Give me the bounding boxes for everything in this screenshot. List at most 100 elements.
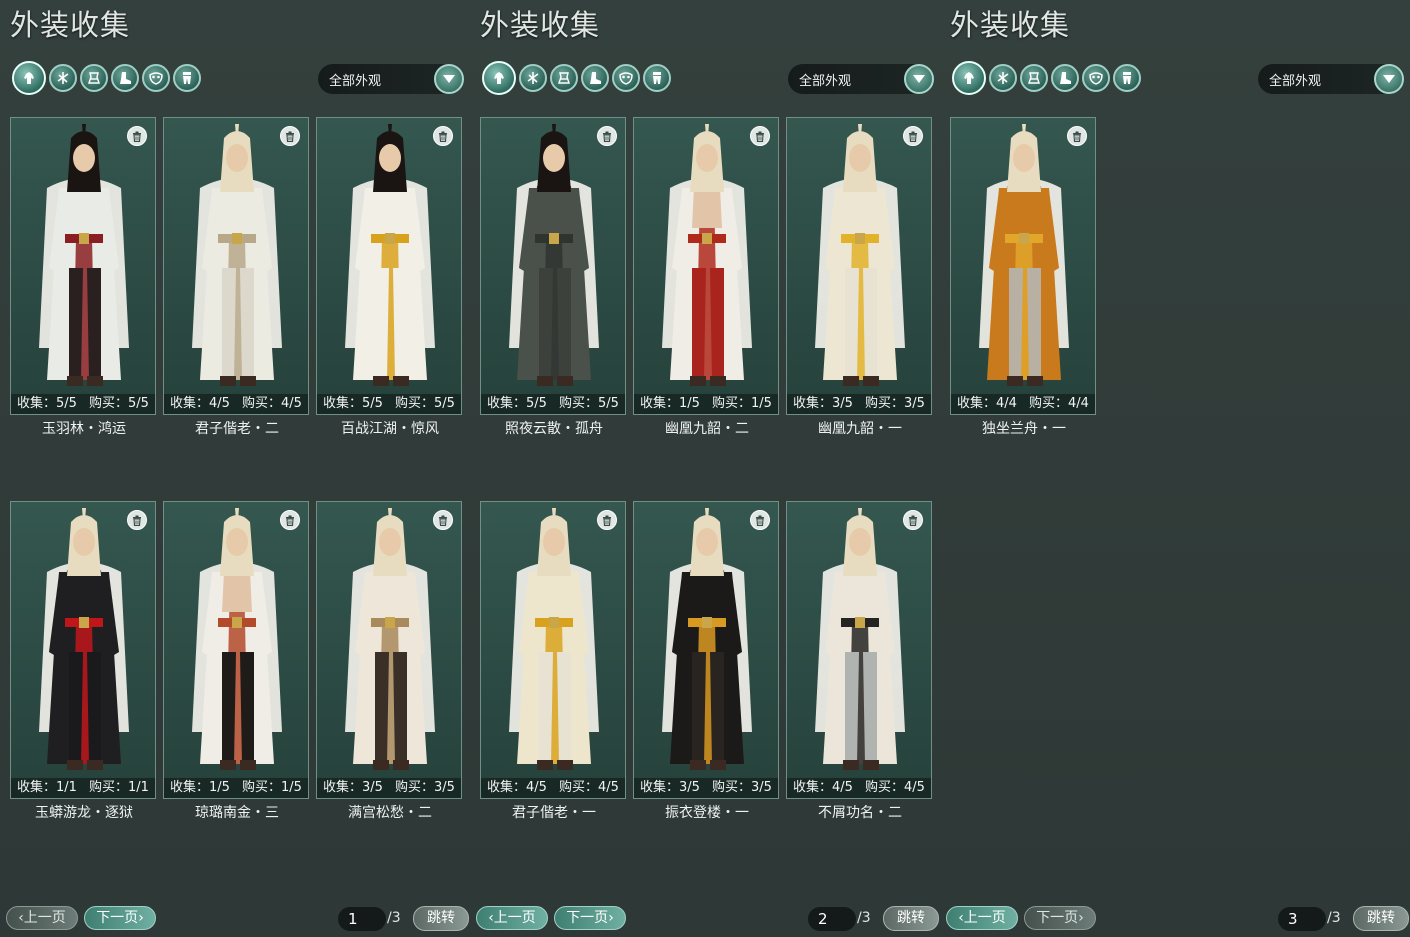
robe-icon [1028, 72, 1040, 84]
collect-count: 收集：5/5 [17, 396, 77, 411]
outfit-figure [345, 508, 435, 770]
chevron-right-icon: › [1078, 910, 1084, 926]
buy-count: 购买：1/5 [712, 396, 772, 411]
trash-icon[interactable] [597, 510, 617, 530]
chevron-down-icon[interactable] [904, 64, 934, 94]
page-number-input[interactable]: 2 [808, 907, 856, 931]
outfit-figure [509, 124, 599, 386]
outfit-preview [481, 502, 627, 780]
outfit-preview [634, 502, 780, 780]
prev-page-button[interactable]: ‹上一页 [946, 906, 1018, 930]
category-filters [952, 61, 1141, 95]
hat-icon [997, 72, 1009, 84]
outfit-card[interactable]: 收集：1/1 购买：1/1 玉蟒游龙・逐狱 [10, 501, 156, 821]
trash-icon[interactable] [127, 126, 147, 146]
outfit-card[interactable]: 收集：3/5 购买：3/5 振衣登楼・一 [633, 501, 780, 821]
filter-pants-icon[interactable] [1113, 64, 1141, 92]
filter-robe-icon[interactable] [1020, 64, 1048, 92]
outfit-preview [634, 118, 780, 396]
trash-icon[interactable] [903, 126, 923, 146]
chevron-down-icon[interactable] [434, 64, 464, 94]
outfit-card[interactable]: 收集：4/5 购买：4/5 不屑功名・二 [786, 501, 932, 821]
prev-page-button[interactable]: ‹上一页 [6, 906, 78, 930]
next-page-button[interactable]: 下一页› [1024, 906, 1096, 930]
filter-robe-icon[interactable] [550, 64, 578, 92]
filter-pants-icon[interactable] [643, 64, 671, 92]
trash-icon[interactable] [750, 510, 770, 530]
filter-mask-icon[interactable] [612, 64, 640, 92]
panel-title: 外装收集 [10, 8, 131, 42]
appearance-filter-dropdown[interactable]: 全部外观 [788, 64, 934, 94]
jump-button[interactable]: 跳转 [413, 906, 469, 931]
buy-count: 购买：4/5 [559, 780, 619, 795]
filter-robe-icon[interactable] [80, 64, 108, 92]
jump-button[interactable]: 跳转 [1353, 906, 1409, 931]
collection-panel-1: 外装收集 全部外观 收集：5/5 购买：5/5 玉羽林・鸿运 收集：4/5 购买… [0, 0, 470, 937]
next-page-button[interactable]: 下一页› [554, 906, 626, 930]
page-number-input[interactable]: 3 [1278, 907, 1326, 931]
jump-button[interactable]: 跳转 [883, 906, 939, 931]
page-number-input[interactable]: 1 [338, 907, 386, 931]
robe-icon [558, 72, 570, 84]
outfit-name: 百战江湖・惊风 [341, 421, 439, 437]
trash-icon[interactable] [433, 510, 453, 530]
outfit-preview [481, 118, 627, 396]
outfit-card[interactable]: 收集：4/5 购买：4/5 君子偕老・一 [480, 501, 627, 821]
chevron-down-icon[interactable] [1374, 64, 1404, 94]
collect-count: 收集：1/5 [170, 780, 230, 795]
filter-hat-icon[interactable] [989, 64, 1017, 92]
outfit-preview [317, 118, 463, 396]
trash-icon[interactable] [280, 126, 300, 146]
dropdown-value: 全部外观 [1269, 74, 1322, 89]
next-page-button[interactable]: 下一页› [84, 906, 156, 930]
filter-boots-icon[interactable] [581, 64, 609, 92]
collection-panel-2: 外装收集 全部外观 收集：5/5 购买：5/5 照夜云散・孤舟 收集：1/5 购… [470, 0, 940, 937]
collect-stats: 收集：1/5 购买：1/5 [634, 394, 778, 414]
buy-count: 购买：4/5 [242, 396, 302, 411]
prev-page-button[interactable]: ‹上一页 [476, 906, 548, 930]
outfit-card[interactable]: 收集：4/5 购买：4/5 君子偕老・二 [163, 117, 309, 437]
outfit-card[interactable]: 收集：5/5 购买：5/5 玉羽林・鸿运 [10, 117, 156, 437]
page-total: /3 [857, 910, 871, 926]
outfit-card[interactable]: 收集：1/5 购买：1/5 琼璐南金・三 [163, 501, 309, 821]
filter-mask-icon[interactable] [142, 64, 170, 92]
trash-icon[interactable] [433, 126, 453, 146]
outfit-card[interactable]: 收集：1/5 购买：1/5 幽凰九韶・二 [633, 117, 780, 437]
trash-icon[interactable] [1067, 126, 1087, 146]
mask-icon [1089, 72, 1103, 85]
outfit-card[interactable]: 收集：5/5 购买：5/5 照夜云散・孤舟 [480, 117, 627, 437]
dropdown-value: 全部外观 [799, 74, 852, 89]
outfit-name: 满宫松愁・二 [348, 805, 432, 821]
trash-icon[interactable] [903, 510, 923, 530]
outfit-name: 君子偕老・一 [512, 805, 596, 821]
filter-mask-icon[interactable] [1082, 64, 1110, 92]
collect-count: 收集：4/5 [170, 396, 230, 411]
outfit-card[interactable]: 收集：5/5 购买：5/5 百战江湖・惊风 [316, 117, 463, 437]
trash-icon[interactable] [127, 510, 147, 530]
appearance-filter-dropdown[interactable]: 全部外观 [1258, 64, 1404, 94]
filter-hat-icon[interactable] [49, 64, 77, 92]
outfit-card[interactable]: 收集：4/4 购买：4/4 独坐兰舟・一 [950, 117, 1097, 437]
filter-pants-icon[interactable] [173, 64, 201, 92]
outfit-preview [317, 502, 463, 780]
outfit-name: 幽凰九韶・一 [818, 421, 902, 437]
chevron-right-icon: › [138, 910, 144, 926]
trash-icon[interactable] [597, 126, 617, 146]
dropdown-value: 全部外观 [329, 74, 382, 89]
filter-boots-icon[interactable] [1051, 64, 1079, 92]
outfit-preview [951, 118, 1097, 396]
collect-stats: 收集：5/5 购买：5/5 [317, 394, 461, 414]
outfit-card[interactable]: 收集：3/5 购买：3/5 满宫松愁・二 [316, 501, 463, 821]
filter-boots-icon[interactable] [111, 64, 139, 92]
filter-hat-icon[interactable] [519, 64, 547, 92]
filter-outfit-icon[interactable] [482, 61, 516, 95]
filter-outfit-icon[interactable] [12, 61, 46, 95]
filter-outfit-icon[interactable] [952, 61, 986, 95]
outfit-card[interactable]: 收集：3/5 购买：3/5 幽凰九韶・一 [786, 117, 932, 437]
appearance-filter-dropdown[interactable]: 全部外观 [318, 64, 464, 94]
outfit-figure [979, 124, 1069, 386]
collect-count: 收集：5/5 [487, 396, 547, 411]
trash-icon[interactable] [280, 510, 300, 530]
trash-icon[interactable] [750, 126, 770, 146]
collect-count: 收集：4/5 [487, 780, 547, 795]
